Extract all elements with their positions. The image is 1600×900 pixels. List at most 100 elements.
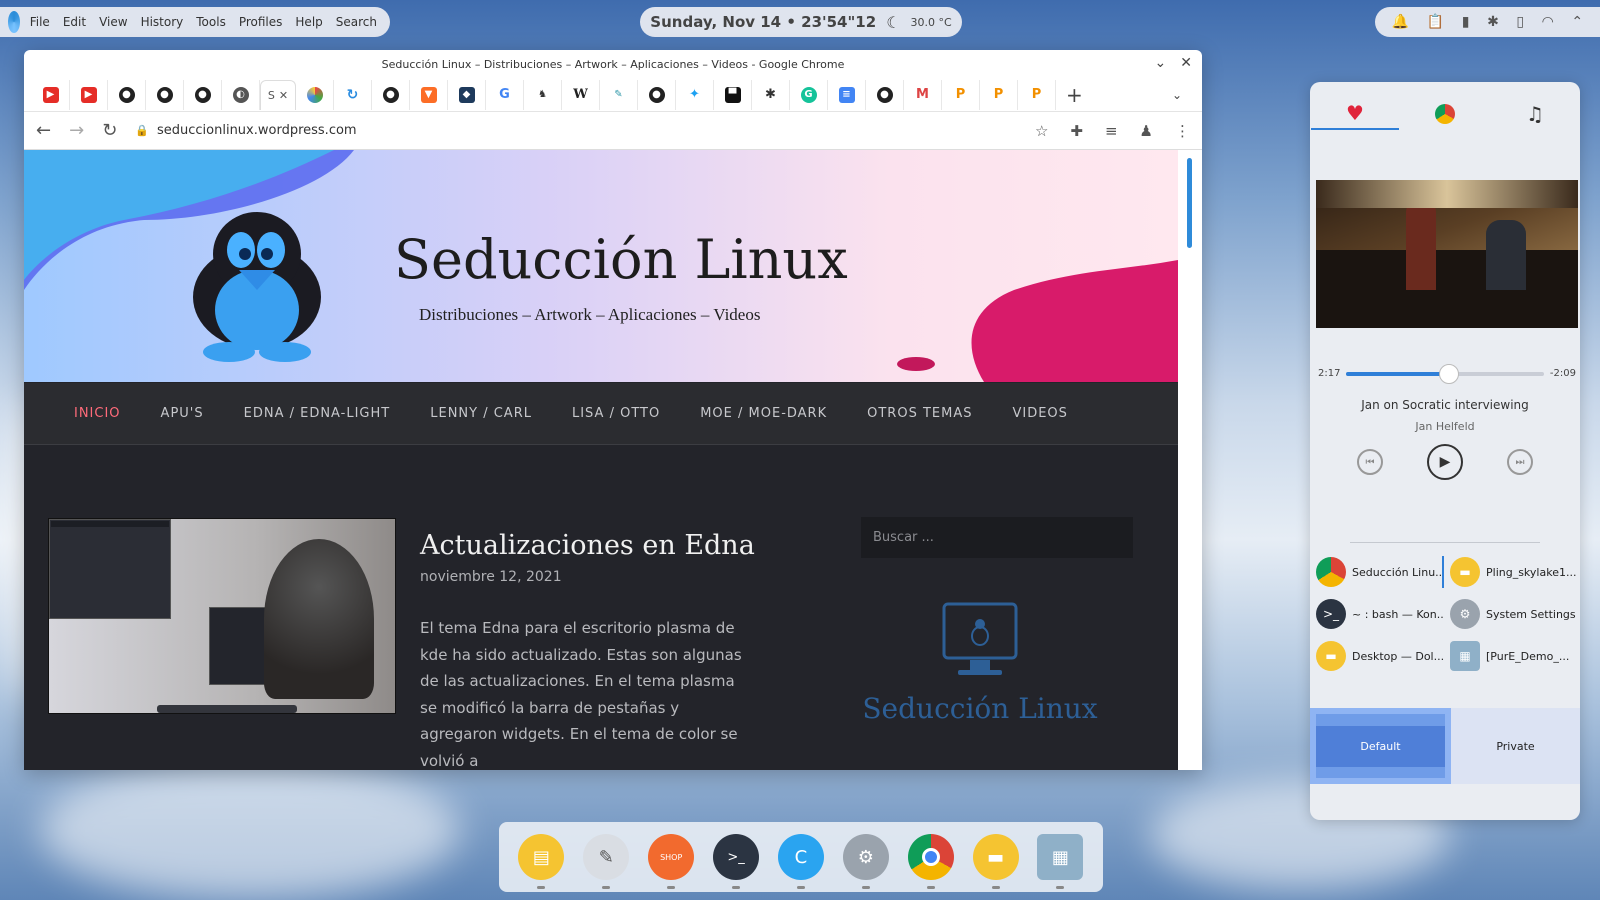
forward-icon[interactable]: → — [69, 120, 84, 141]
terminal-icon[interactable]: >_ — [713, 834, 760, 889]
task-item-settings[interactable]: ⚙ System Settings — [1450, 598, 1578, 630]
nav-videos[interactable]: VIDEOS — [1012, 406, 1067, 421]
reload-icon[interactable]: ↻ — [102, 120, 117, 141]
tab-settings[interactable]: ✱ — [752, 79, 790, 110]
tray-expand-icon[interactable]: ⌃ — [1571, 14, 1583, 30]
nav-inicio[interactable]: INICIO — [74, 406, 121, 421]
bluetooth-icon[interactable]: ✱ — [1487, 14, 1499, 30]
wifi-icon[interactable]: ◠ — [1542, 14, 1554, 30]
tab-wikipedia[interactable]: W — [562, 79, 600, 110]
task-item-dolphin[interactable]: ▬ Desktop — Dol... — [1316, 640, 1444, 672]
menu-history[interactable]: History — [141, 15, 184, 29]
tab-favorites[interactable]: ♥ — [1311, 98, 1399, 130]
tab-github-4[interactable]: ● — [372, 79, 410, 110]
tab-chrome[interactable] — [1401, 98, 1489, 130]
previous-track-icon[interactable]: ⏮ — [1357, 449, 1383, 475]
notes-icon[interactable]: ▤ — [518, 834, 565, 889]
task-item-chrome[interactable]: Seducción Linu... — [1316, 556, 1444, 588]
next-track-icon[interactable]: ⏭ — [1507, 449, 1533, 475]
tab-circle[interactable]: ◐ — [222, 79, 260, 110]
tab-twitter[interactable]: ✦ — [676, 79, 714, 110]
device-icon[interactable]: ▯ — [1516, 14, 1524, 30]
tab-youtube-1[interactable]: ▶ — [32, 79, 70, 110]
tab-badge[interactable]: ♞ — [524, 79, 562, 110]
window-titlebar[interactable]: Seducción Linux – Distribuciones – Artwo… — [24, 50, 1202, 78]
chrome-icon[interactable] — [907, 834, 954, 889]
folder-icon[interactable]: ▬ — [972, 834, 1019, 889]
tab-pling-3[interactable]: P — [1018, 79, 1056, 110]
bookmark-star-icon[interactable]: ☆ — [1035, 122, 1048, 140]
extensions-icon[interactable]: ✚ — [1070, 122, 1083, 140]
site-search-input[interactable]: Buscar ... — [861, 517, 1133, 558]
text-editor-icon[interactable]: ✎ — [583, 834, 630, 889]
tab-active[interactable]: S ✕ — [260, 79, 296, 110]
nav-otros-temas[interactable]: OTROS TEMAS — [867, 406, 972, 421]
tab-terminal[interactable]: ▀ — [714, 79, 752, 110]
task-item-folder[interactable]: ▬ Pling_skylake1... — [1450, 556, 1578, 588]
more-menu-icon[interactable]: ⋮ — [1175, 122, 1190, 140]
tab-music[interactable]: ♫ — [1491, 98, 1579, 130]
shop-icon[interactable]: SHOP — [648, 834, 695, 889]
playback-progress[interactable]: 2:17 -2:09 — [1318, 363, 1576, 384]
menu-profiles[interactable]: Profiles — [239, 15, 283, 29]
clock-widget[interactable]: Sunday, Nov 14 • 23'54"12 ☾ 30.0 °C — [640, 7, 962, 37]
task-item-image[interactable]: ▦ [PurE_Demo_... — [1450, 640, 1578, 672]
post-title[interactable]: Actualizaciones en Edna — [420, 530, 755, 561]
menu-help[interactable]: Help — [295, 15, 322, 29]
nav-lisa-otto[interactable]: LISA / OTTO — [572, 406, 660, 421]
reading-list-icon[interactable]: ≡ — [1105, 122, 1118, 140]
profile-avatar-icon[interactable]: ♟ — [1140, 122, 1153, 140]
seek-knob[interactable] — [1439, 363, 1460, 384]
new-tab-icon[interactable]: + — [1066, 83, 1083, 107]
menu-file[interactable]: File — [30, 15, 50, 29]
page-scrollbar[interactable] — [1178, 150, 1202, 770]
back-icon[interactable]: ← — [36, 120, 51, 141]
nav-edna[interactable]: EDNA / EDNA-LIGHT — [244, 406, 391, 421]
menu-edit[interactable]: Edit — [63, 15, 86, 29]
battery-icon[interactable]: ▮ — [1462, 14, 1470, 30]
profile-private-button[interactable]: Private — [1451, 708, 1580, 784]
menu-tools[interactable]: Tools — [196, 15, 226, 29]
desktop-icon[interactable]: ▦ — [1037, 834, 1084, 889]
github-icon: ● — [156, 86, 173, 103]
tab-sync[interactable]: ↻ — [334, 79, 372, 110]
tab-docs[interactable]: ≡ — [828, 79, 866, 110]
tab-gitlab[interactable]: ▼ — [410, 79, 448, 110]
tab-github-2[interactable]: ● — [146, 79, 184, 110]
seek-track[interactable] — [1346, 363, 1544, 384]
browser-c-icon[interactable]: C — [777, 834, 824, 889]
tab-github-6[interactable]: ● — [866, 79, 904, 110]
tab-pling-1[interactable]: P — [942, 79, 980, 110]
tab-github-1[interactable]: ● — [108, 79, 146, 110]
profile-default-button[interactable]: Default — [1310, 708, 1451, 784]
task-item-terminal[interactable]: >_ ~ : bash — Kon... — [1316, 598, 1444, 630]
menu-search[interactable]: Search — [336, 15, 377, 29]
tab-pen[interactable]: ✎ — [600, 79, 638, 110]
post-thumbnail[interactable] — [48, 518, 396, 714]
video-thumbnail[interactable] — [1316, 180, 1578, 328]
tab-pling-2[interactable]: P — [980, 79, 1018, 110]
tab-github-3[interactable]: ● — [184, 79, 222, 110]
close-tab-icon[interactable]: ✕ — [279, 89, 288, 102]
tab-shield[interactable]: ◆ — [448, 79, 486, 110]
tab-search-icon[interactable]: ⌄ — [1172, 88, 1182, 102]
tab-github-5[interactable]: ● — [638, 79, 676, 110]
tab-grammarly[interactable]: G — [790, 79, 828, 110]
minimize-icon[interactable]: ⌄ — [1155, 55, 1167, 71]
tab-google[interactable]: G — [486, 79, 524, 110]
notifications-icon[interactable]: 🔔 — [1392, 14, 1409, 30]
clipboard-icon[interactable]: 📋 — [1427, 14, 1444, 30]
app-launcher-icon[interactable] — [8, 11, 20, 33]
nav-apus[interactable]: APU'S — [161, 406, 204, 421]
nav-moe[interactable]: MOE / MOE-DARK — [700, 406, 827, 421]
site-title[interactable]: Seducción Linux — [394, 228, 848, 291]
tab-ring[interactable] — [296, 79, 334, 110]
play-icon[interactable]: ▶ — [1427, 444, 1463, 480]
menu-view[interactable]: View — [99, 15, 127, 29]
settings-icon[interactable]: ⚙ — [842, 834, 889, 889]
tab-youtube-2[interactable]: ▶ — [70, 79, 108, 110]
address-bar[interactable]: 🔒 seduccionlinux.wordpress.com — [135, 123, 1017, 138]
nav-lenny-carl[interactable]: LENNY / CARL — [430, 406, 532, 421]
close-window-icon[interactable]: ✕ — [1180, 55, 1192, 71]
tab-gmail[interactable]: M — [904, 79, 942, 110]
